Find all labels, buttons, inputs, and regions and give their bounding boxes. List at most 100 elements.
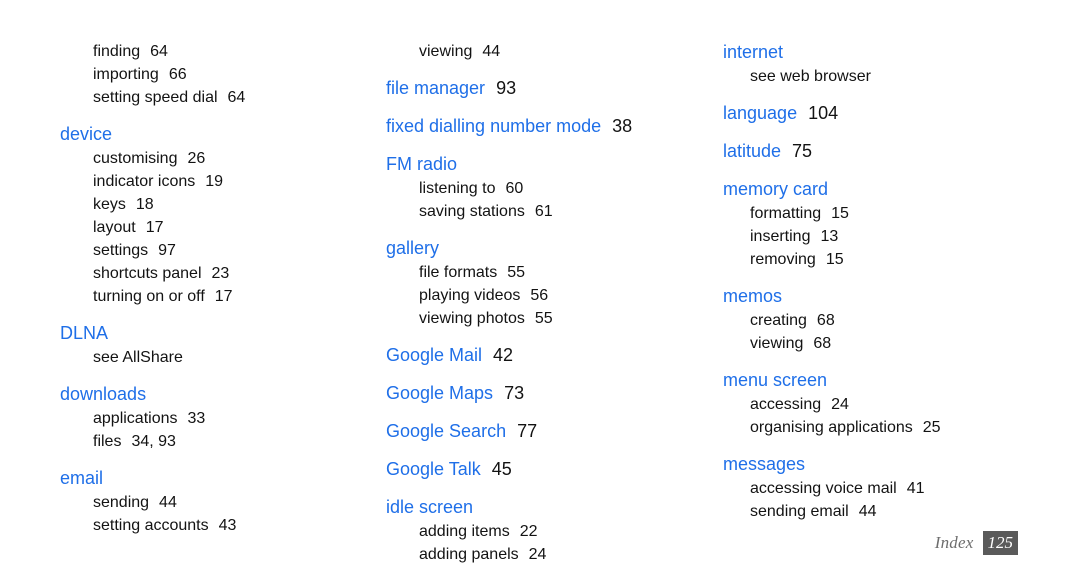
index-entry-page-number: 44 xyxy=(482,43,501,60)
index-subitem-label: settings xyxy=(93,242,149,259)
index-entry-subitem: file formats 55 xyxy=(419,261,696,284)
index-heading-label: memory card xyxy=(723,179,829,199)
index-entry-page-number: 56 xyxy=(530,287,549,304)
index-entry-subitem: see AllShare xyxy=(93,346,360,369)
index-entry-heading: file manager 93 xyxy=(386,76,696,101)
index-page: finding 64 importing 66 setting speed dial 64… xyxy=(0,0,1080,586)
index-subitem-label: see web browser xyxy=(750,68,871,85)
index-entry-subitem: listening to 60 xyxy=(419,177,696,200)
index-entry-page-number: 43 xyxy=(218,517,237,534)
index-entry-page-number: 41 xyxy=(906,480,925,497)
index-heading-label: messages xyxy=(723,454,806,474)
index-subitem-label: formatting xyxy=(750,205,822,222)
index-entry-page-number: 33 xyxy=(187,410,206,427)
index-subitem-label: turning on or off xyxy=(93,288,205,305)
index-entry-page-number: 55 xyxy=(507,264,526,281)
index-entry-page-number: 17 xyxy=(145,219,164,236)
index-entry-page-number: 24 xyxy=(528,546,547,563)
index-heading-label: Google Mail xyxy=(386,345,483,365)
index-entry-heading: device xyxy=(60,122,360,147)
index-entry-subitem: formatting 15 xyxy=(750,202,1053,225)
index-subitem-label: creating xyxy=(750,312,807,329)
index-heading-label: Google Maps xyxy=(386,383,494,403)
index-subitem-label: organising applications xyxy=(750,419,913,436)
index-entry-subitem: customising 26 xyxy=(93,147,360,170)
index-entry-subitem: removing 15 xyxy=(750,248,1053,271)
index-entry-subitem: setting speed dial 64 xyxy=(93,86,360,109)
index-heading-label: FM radio xyxy=(386,154,458,174)
index-entry-heading: latitude 75 xyxy=(723,139,1053,164)
index-entry-page-number: 22 xyxy=(519,523,538,540)
index-entry-subitem: finding 64 xyxy=(93,40,360,63)
index-heading-label: latitude xyxy=(723,141,782,161)
index-entry-page-number: 44 xyxy=(858,503,877,520)
index-entry-subitem: adding panels 24 xyxy=(419,543,696,566)
index-entry-page-number: 15 xyxy=(831,205,849,222)
index-entry-subitem: sending email 44 xyxy=(750,500,1053,523)
index-entry-page-number: 13 xyxy=(820,228,839,245)
index-entry-subitem: accessing voice mail 41 xyxy=(750,477,1053,500)
index-entry-heading: menu screen xyxy=(723,368,1053,393)
index-entry-subitem: saving stations 61 xyxy=(419,200,696,223)
index-entry-page-number: 26 xyxy=(187,150,206,167)
index-entry-heading: Google Talk 45 xyxy=(386,457,696,482)
index-subitem-label: shortcuts panel xyxy=(93,265,202,282)
index-entry-heading: memory card xyxy=(723,177,1053,202)
index-subitem-label: viewing xyxy=(750,335,804,352)
index-column-3: internet see web browser language 104 latitu… xyxy=(723,40,1053,523)
index-entry-page-number: 73 xyxy=(504,383,525,403)
index-entry-page-number: 45 xyxy=(491,459,512,479)
index-entry-subitem: see web browser xyxy=(750,65,1053,88)
index-column-2: viewing 44 file manager 93 fixed dialling nu… xyxy=(386,40,696,566)
index-subitem-label: removing xyxy=(750,251,816,268)
index-entry-heading: FM radio xyxy=(386,152,696,177)
index-subitem-label: adding items xyxy=(419,523,510,540)
index-subitem-label: customising xyxy=(93,150,178,167)
index-entry-page-number: 104 xyxy=(808,103,839,123)
index-subitem-label: setting accounts xyxy=(93,517,209,534)
index-entry-heading: messages xyxy=(723,452,1053,477)
index-subitem-label: listening to xyxy=(419,180,496,197)
index-subitem-label: layout xyxy=(93,219,136,236)
index-entry-page-number: 93 xyxy=(496,78,517,98)
index-entry-subitem: viewing photos 55 xyxy=(419,307,696,330)
index-subitem-label: importing xyxy=(93,66,159,83)
page-number-badge: 125 xyxy=(982,531,1018,555)
index-entry-page-number: 68 xyxy=(816,312,835,329)
index-entry-heading: Google Mail 42 xyxy=(386,343,696,368)
index-entry-heading: email xyxy=(60,466,360,491)
index-entry-page-number: 66 xyxy=(168,66,187,83)
index-entry-subitem: indicator icons 19 xyxy=(93,170,360,193)
index-entry-heading: fixed dialling number mode 38 xyxy=(386,114,696,139)
index-heading-label: internet xyxy=(723,42,784,62)
index-subitem-label: finding xyxy=(93,43,141,60)
index-entry-heading: Google Maps 73 xyxy=(386,381,696,406)
index-entry-subitem: turning on or off 17 xyxy=(93,285,360,308)
index-heading-label: Google Talk xyxy=(386,459,481,479)
index-entry-subitem: inserting 13 xyxy=(750,225,1053,248)
index-subitem-label: files xyxy=(93,433,122,450)
index-entry-page-number: 38 xyxy=(612,116,633,136)
index-entry-page-number: 75 xyxy=(792,141,813,161)
index-entry-subitem: playing videos 56 xyxy=(419,284,696,307)
index-subitem-label: viewing xyxy=(419,43,473,60)
index-entry-page-number: 42 xyxy=(493,345,514,365)
index-entry-heading: downloads xyxy=(60,382,360,407)
index-heading-label: DLNA xyxy=(60,323,109,343)
index-entry-page-number: 17 xyxy=(214,288,233,305)
index-entry-page-number: 25 xyxy=(922,419,941,436)
index-subitem-label: accessing xyxy=(750,396,822,413)
index-column-1: finding 64 importing 66 setting speed dial 64… xyxy=(60,40,360,537)
page-footer: Index 125 xyxy=(935,531,1018,555)
index-entry-page-number: 61 xyxy=(534,203,553,220)
index-entry-subitem: adding items 22 xyxy=(419,520,696,543)
index-heading-label: gallery xyxy=(386,238,440,258)
index-heading-label: downloads xyxy=(60,384,147,404)
index-entry-page-number: 15 xyxy=(825,251,844,268)
index-subitem-label: accessing voice mail xyxy=(750,480,897,497)
index-entry-page-number: 18 xyxy=(135,196,154,213)
index-subitem-label: sending xyxy=(93,494,150,511)
index-subitem-label: keys xyxy=(93,196,126,213)
footer-section-label: Index xyxy=(934,533,974,552)
index-entry-page-number: 34, 93 xyxy=(131,433,176,450)
